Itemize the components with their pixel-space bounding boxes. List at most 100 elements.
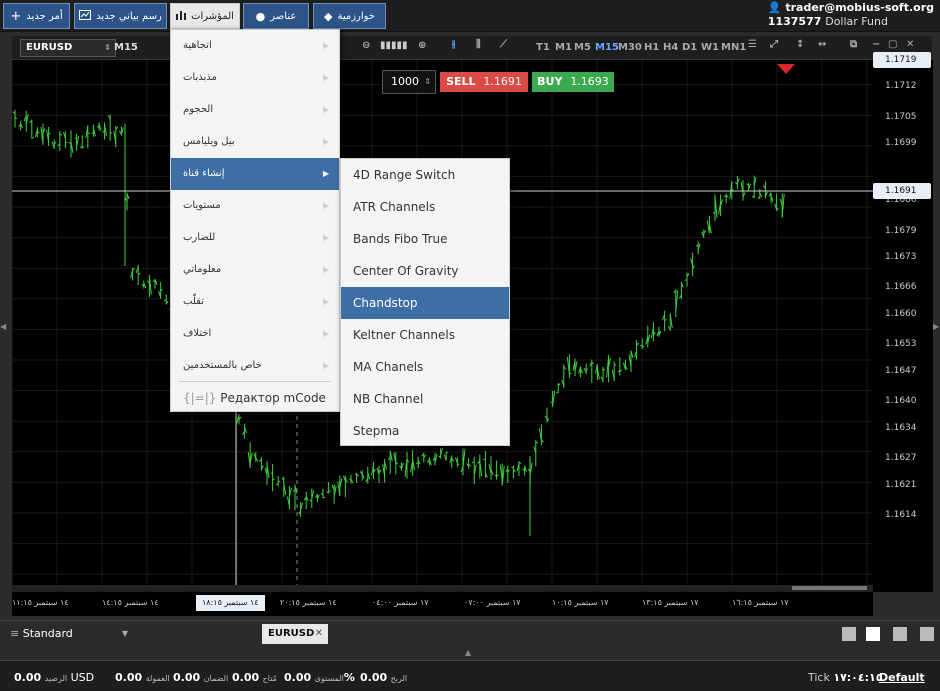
side-arrow-right-icon[interactable]: ▶ [933,322,939,331]
account-type: Dollar Fund [825,15,888,28]
time-tick-label: ١٤ سبتمبر ١٤:١٥ [102,598,159,607]
price-tick-label: 1.1679 [885,225,917,236]
submenu-arrow-icon: ▶ [322,329,329,338]
side-arrow-left-icon[interactable]: ◀ [0,322,6,331]
scrollbar-thumb [792,586,867,590]
channel-indicator-item[interactable]: Bands Fibo True [341,223,509,255]
indicator-category-item[interactable]: تقلّب ▶ [171,286,339,318]
timeframe-m5[interactable]: M5 [574,42,591,53]
sell-button[interactable]: SELL 1.1691 [440,72,528,92]
mcode-editor-item[interactable]: {|=|} Редактор mCode [171,382,339,414]
ohlc-open [617,370,620,373]
indicator-category-item[interactable]: للضارب ▶ [171,222,339,254]
collapse-panel-icon[interactable]: ▲ [465,648,471,657]
indicator-category-item[interactable]: مستويات ▶ [171,190,339,222]
indicators-list-icon[interactable]: ☰ [748,39,757,50]
bar-chart-type-icon[interactable]: ⫼ [476,39,481,50]
submenu-arrow-icon: ▶ [322,169,329,178]
channel-indicator-item[interactable]: MA Chanels [341,351,509,383]
workspace-bar: ≡ Standard ▼ EURUSD ✕ [0,620,940,646]
indicator-category-item[interactable]: الحجوم ▶ [171,94,339,126]
maximize-icon[interactable]: ▢ [888,39,897,50]
horizontal-line-icon[interactable]: ↔ [818,39,826,50]
ohlc-open [640,344,643,347]
color-scheme-selector[interactable]: Default [879,671,925,684]
indicator-category-item[interactable]: اختلاف ▶ [171,318,339,350]
chart-tab[interactable]: EURUSD ✕ [262,624,328,644]
zoom-in-icon[interactable]: ⊕ [418,40,426,51]
price-tick-label: 1.1640 [885,396,917,407]
timeframe-w1[interactable]: W1 [701,42,719,53]
detach-icon[interactable]: ⧉ [850,39,857,50]
indicator-category-item[interactable]: مذبذبات ▶ [171,62,339,94]
indicators-button[interactable]: المؤشرات [170,3,240,29]
code-braces-icon: {|=|} [183,391,217,405]
channel-indicator-item[interactable]: 4D Range Switch [341,159,509,191]
layout-columns-icon[interactable] [893,627,907,641]
workspace-selector[interactable]: ≡ Standard ▼ [4,625,132,643]
diamond-icon: ◆ [324,9,333,23]
submenu-arrow-icon: ▶ [322,361,329,370]
price-tick-label: 1.1673 [885,251,917,262]
buy-button[interactable]: BUY 1.1693 [532,72,614,92]
indicator-category-item[interactable]: خاص بالمستخدمين ▶ [171,350,339,382]
minimize-icon[interactable]: − [872,39,880,50]
shapes-icon: ● [255,9,266,23]
layout-rows-icon[interactable] [920,627,934,641]
close-chart-icon[interactable]: ✕ [906,39,914,50]
channel-indicator-item[interactable]: Center Of Gravity [341,255,509,287]
algorithm-button[interactable]: ◆ خوارزمية [313,3,386,29]
timeframe-m1[interactable]: M1 [555,42,572,53]
layout-grid-icon[interactable] [866,627,880,641]
time-scale[interactable]: ١٤ سبتمبر ١١:١٥ ١٤ سبتمبر ١٤:١٥ ١٤ سبتمبر … [12,592,873,616]
timeframe-h4[interactable]: H4 [663,42,678,53]
indicator-category-item[interactable]: بيل ويليامس ▶ [171,126,339,158]
submenu-arrow-icon: ▶ [322,265,329,274]
chart-toolbar: EURUSD ⇕ M15 ⊖ ▮▮▮▮▮ ⊕ ⫲ ⫼ ⟋ T1 M1 M5 M15 M3… [12,36,932,60]
line-chart-type-icon[interactable]: ⟋ [500,39,507,50]
elements-button[interactable]: ● عناصر [243,3,309,29]
channel-indicator-item[interactable]: Stepma [341,415,509,447]
channel-indicator-item[interactable]: Chandstop [341,287,509,319]
vertical-line-icon[interactable]: ↕ [796,39,804,50]
time-cursor-label: ١٤ سبتمبر ١٨:١٥ [196,595,265,611]
ohlc-close [31,137,34,139]
indicator-category-item[interactable]: إنشاء قناة ▶ [171,158,339,190]
current-price-tag: 1.1691 [873,183,931,199]
layout-single-icon[interactable] [842,627,856,641]
time-tick-label: ١٧ سبتمبر ٠٤:٠٠ [372,598,429,607]
indicator-category-item[interactable]: اتجاهية ▶ [171,30,339,62]
indicator-category-item[interactable]: معلوماتي ▶ [171,254,339,286]
zoom-out-icon[interactable]: ⊖ [362,40,370,51]
new-order-button[interactable]: + أمر جديد [3,3,70,29]
horizontal-scrollbar [12,585,873,592]
quantity-stepper[interactable]: 1000 ⇕ [382,70,436,94]
timeframe-m30[interactable]: M30 [618,42,642,53]
price-scale[interactable]: 1.1719 1.1712 1.1705 1.1699 1.1686 1.1679 1.1… [873,52,933,592]
chart-icon [79,9,92,23]
crosshair-icon[interactable]: ⫲ [452,39,455,50]
time-tick-label: ١٧ سبتمبر ١٠:١٥ [552,598,609,607]
price-tick-label: 1.1705 [885,111,917,122]
price-tick-label: 1.1621 [885,479,917,490]
close-tab-icon[interactable]: ✕ [315,624,323,644]
channel-indicator-item[interactable]: ATR Channels [341,191,509,223]
timeframe-m15[interactable]: M15 [595,42,619,53]
tick-time: Tick ١٧:٠٤:١٥ [808,671,883,684]
timeframe-mn1[interactable]: MN1 [721,42,746,53]
channel-indicator-item[interactable]: NB Channel [341,383,509,415]
stepper-arrows-icon: ⇕ [424,77,431,86]
draw-line-icon[interactable]: ⤢ [770,39,778,50]
channel-indicator-item[interactable]: Keltner Channels [341,319,509,351]
timeframe-h1[interactable]: H1 [644,42,659,53]
zoom-slider[interactable]: ▮▮▮▮▮ [380,40,408,51]
chevron-down-icon: ▼ [121,629,128,638]
balance: 0.00 الرصيد USD [14,671,95,684]
new-chart-button[interactable]: رسم بياني جديد [74,3,167,29]
timeframe-d1[interactable]: D1 [682,42,697,53]
timeframe-t1[interactable]: T1 [536,42,550,53]
submenu-arrow-icon: ▶ [322,41,329,50]
alert-marker-icon [777,64,795,74]
account-info[interactable]: 👤 trader@mobius-soft.org 1137577 Dollar … [768,1,934,29]
symbol-selector[interactable]: EURUSD ⇕ [20,39,116,57]
